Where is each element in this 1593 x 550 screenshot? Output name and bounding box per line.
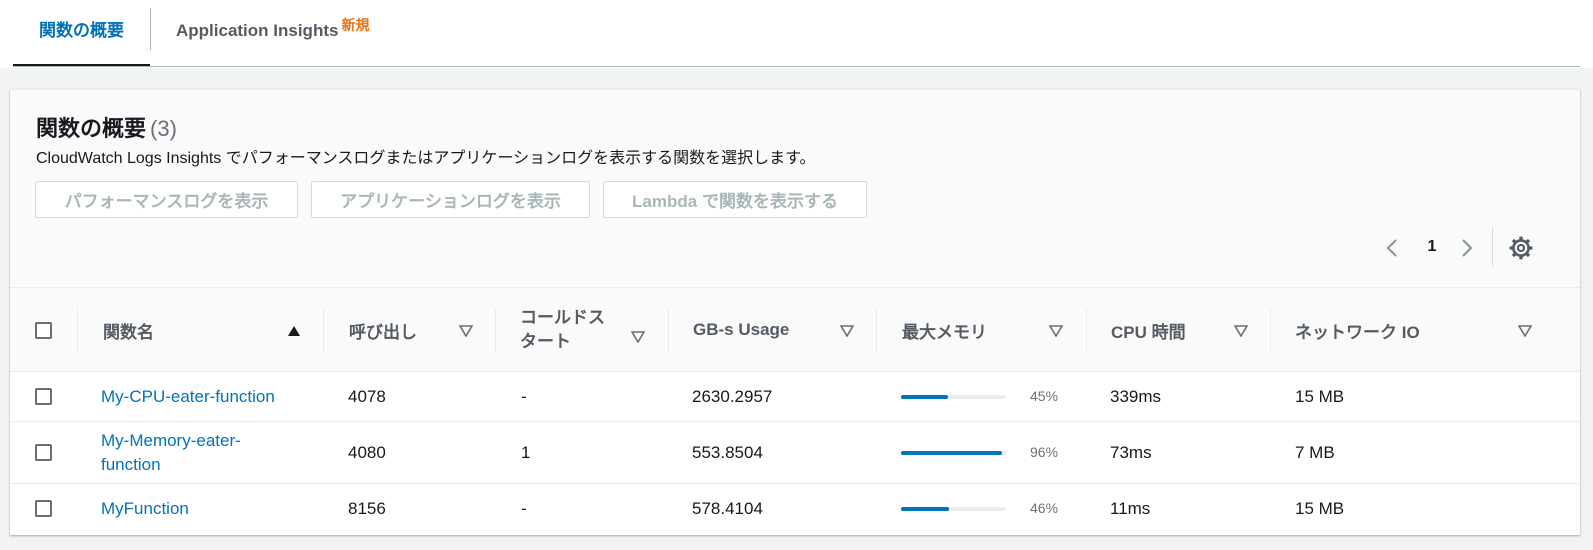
gbs-usage-value: 578.4104	[692, 499, 763, 518]
function-count: (3)	[150, 116, 177, 141]
table-row[interactable]: MyFunction 8156 - 578.4104 46% 11ms 15 M…	[10, 484, 1580, 534]
tab-underline	[13, 66, 1580, 67]
cold-starts-value: -	[521, 499, 527, 518]
row-checkbox[interactable]	[35, 388, 52, 405]
panel-description: CloudWatch Logs Insights でパフォーマンスログまたはアプ…	[36, 150, 816, 167]
memory-progress-bar	[901, 507, 1006, 511]
sort-down-icon[interactable]	[459, 325, 473, 337]
function-name-link[interactable]: My-Memory-eater-function	[101, 429, 281, 477]
table-row[interactable]: My-CPU-eater-function 4078 - 2630.2957 4…	[10, 372, 1580, 422]
tab-application-insights[interactable]: Application Insights 新規	[176, 0, 369, 67]
sort-down-icon[interactable]	[1234, 325, 1248, 337]
cpu-time-value: 73ms	[1110, 442, 1152, 462]
cpu-time-value: 11ms	[1110, 499, 1151, 518]
functions-overview-panel: 関数の概要 (3) CloudWatch Logs Insights でパフォーマ…	[10, 89, 1580, 535]
select-all-checkbox[interactable]	[35, 322, 52, 339]
pager-divider	[1492, 227, 1493, 267]
invocations-value: 4078	[348, 386, 386, 406]
sort-down-icon[interactable]	[840, 325, 854, 337]
column-divider	[323, 308, 324, 352]
column-header-cpu-time[interactable]: CPU 時間	[1111, 288, 1186, 372]
network-io-value: 7 MB	[1295, 442, 1335, 462]
title-text: 関数の概要	[36, 116, 147, 141]
column-divider	[77, 308, 78, 352]
table-row[interactable]: My-Memory-eater-function 4080 1 553.8504…	[10, 422, 1580, 484]
memory-progress-fill	[901, 451, 1002, 455]
column-header-network-io[interactable]: ネットワーク IO	[1295, 288, 1420, 372]
column-divider	[1086, 308, 1087, 352]
network-io-value: 15 MB	[1295, 386, 1345, 406]
memory-progress-fill	[901, 507, 950, 511]
tab-divider	[150, 8, 151, 50]
next-page-icon[interactable]	[1457, 233, 1477, 263]
page-title: 関数の概要 (3)	[36, 111, 177, 143]
column-divider	[876, 308, 877, 352]
function-name-link[interactable]: My-CPU-eater-function	[101, 385, 275, 409]
cpu-time-value: 339ms	[1110, 386, 1162, 406]
invocations-value: 4080	[348, 442, 386, 462]
memory-progress-bar	[901, 451, 1006, 455]
row-checkbox[interactable]	[35, 444, 52, 461]
tab-function-overview[interactable]: 関数の概要	[13, 0, 150, 67]
cold-starts-value: 1	[521, 442, 531, 462]
gbs-usage-value: 2630.2957	[692, 386, 773, 406]
sort-down-icon[interactable]	[1049, 325, 1063, 337]
function-name-link[interactable]: MyFunction	[101, 497, 189, 521]
column-header-function-name[interactable]: 関数名	[103, 288, 154, 372]
current-page-number[interactable]: 1	[1422, 238, 1442, 268]
view-application-logs-button[interactable]: アプリケーションログを表示	[311, 181, 590, 218]
tab-label: Application Insights	[176, 21, 339, 40]
sort-down-icon[interactable]	[1518, 325, 1532, 337]
memory-progress-bar	[901, 395, 1006, 399]
tab-bar: 関数の概要 Application Insights 新規	[0, 0, 1593, 68]
sort-down-icon[interactable]	[631, 331, 645, 343]
column-divider	[1270, 308, 1271, 352]
column-divider	[495, 308, 496, 352]
memory-percent: 96%	[1030, 444, 1059, 460]
memory-percent: 46%	[1030, 500, 1059, 516]
memory-progress-fill	[901, 395, 949, 399]
tab-label: 関数の概要	[39, 21, 124, 40]
table-header: 関数名 呼び出し コールドスタート GB-s Usage 最大メモリ CPU 時…	[10, 288, 1580, 372]
column-header-cold-starts[interactable]: コールドスタート	[520, 288, 620, 372]
network-io-value: 15 MB	[1295, 499, 1345, 518]
column-header-gbs-usage[interactable]: GB-s Usage	[693, 288, 789, 372]
view-in-lambda-button[interactable]: Lambda で関数を表示する	[603, 181, 867, 218]
gear-icon[interactable]	[1508, 235, 1534, 261]
view-performance-logs-button[interactable]: パフォーマンスログを表示	[35, 181, 298, 218]
memory-percent: 45%	[1030, 388, 1059, 404]
sort-ascending-icon[interactable]	[287, 325, 301, 337]
column-header-max-memory[interactable]: 最大メモリ	[902, 288, 987, 372]
row-checkbox[interactable]	[35, 500, 52, 517]
previous-page-icon[interactable]	[1382, 233, 1402, 263]
column-header-invocations[interactable]: 呼び出し	[349, 288, 417, 372]
column-divider	[668, 308, 669, 352]
cold-starts-value: -	[521, 386, 527, 406]
invocations-value: 8156	[348, 499, 386, 518]
new-badge: 新規	[341, 17, 370, 33]
panel-header: 関数の概要 (3) CloudWatch Logs Insights でパフォーマ…	[10, 90, 1580, 288]
gbs-usage-value: 553.8504	[692, 442, 763, 462]
